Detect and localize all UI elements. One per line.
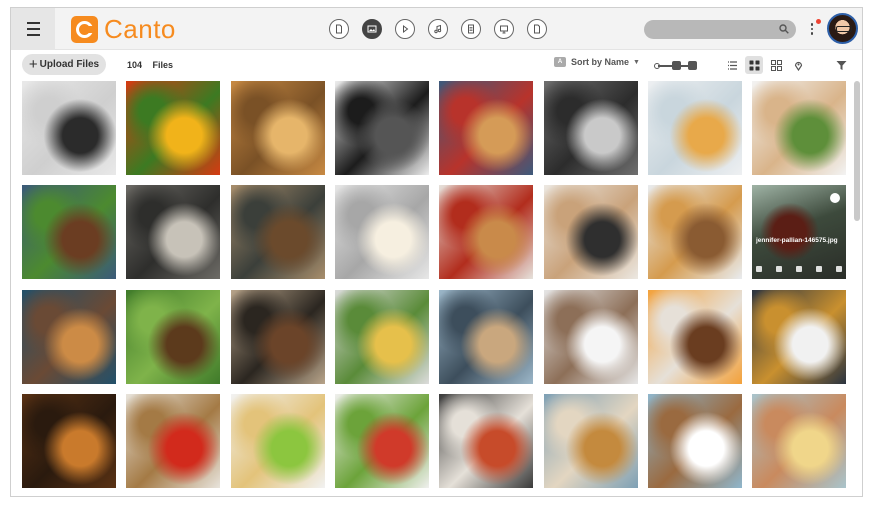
sort-dropdown[interactable]: A Sort by Name ▼	[554, 57, 640, 67]
masonry-icon	[770, 59, 782, 71]
slider-handle[interactable]	[672, 61, 681, 70]
upload-files-button[interactable]: + Upload Files	[22, 54, 106, 75]
filter-others-button[interactable]	[527, 19, 547, 39]
map-view-button[interactable]	[789, 56, 807, 74]
asset-thumbnail-sandwich[interactable]	[439, 185, 533, 279]
list-view-button[interactable]	[723, 56, 741, 74]
hamburger-icon	[26, 20, 40, 38]
asset-thumbnail-risotto[interactable]	[335, 185, 429, 279]
asset-thumbnail-pan[interactable]	[544, 81, 638, 175]
asset-thumbnail-kitchen[interactable]	[126, 185, 220, 279]
delete-icon[interactable]	[836, 266, 842, 272]
file-count-value: 104	[127, 60, 143, 70]
search-icon[interactable]	[778, 23, 790, 35]
grid-icon	[749, 60, 759, 70]
view-icon[interactable]	[776, 266, 782, 272]
user-avatar[interactable]	[827, 13, 858, 44]
asset-thumbnail-salad-plate[interactable]	[752, 81, 846, 175]
presentation-icon	[500, 25, 508, 34]
list-icon	[727, 60, 737, 70]
canto-logo-icon	[71, 16, 98, 43]
asset-thumbnail-pie[interactable]	[752, 290, 846, 384]
canto-logo[interactable]: Canto	[71, 16, 176, 43]
thumbnail-size-slider[interactable]	[654, 60, 698, 72]
asset-thumbnail-bowl-dark[interactable]: jennifer-pallian-146575.jpg	[752, 185, 846, 279]
filter-audio-button[interactable]	[428, 19, 448, 39]
sort-label: Sort by Name	[571, 57, 630, 67]
more-options-icon[interactable]	[809, 20, 815, 38]
asset-thumbnail-fries[interactable]	[752, 394, 846, 488]
asset-thumbnail-noodle-bowl[interactable]	[544, 290, 638, 384]
download-icon[interactable]	[816, 266, 822, 272]
file-type-filters	[329, 19, 560, 39]
share-icon[interactable]	[796, 266, 802, 272]
app-name: Canto	[104, 14, 176, 44]
text-document-icon	[468, 24, 474, 34]
file-count-label: Files	[152, 60, 174, 70]
upload-files-label: Upload Files	[39, 59, 100, 70]
asset-thumbnail-steak[interactable]	[22, 185, 116, 279]
asset-thumbnail-quiche[interactable]	[335, 290, 429, 384]
filter-all-files-button[interactable]	[329, 19, 349, 39]
asset-thumbnail-jars[interactable]	[648, 185, 742, 279]
music-icon	[434, 24, 442, 34]
filter-images-button[interactable]	[362, 19, 382, 39]
asset-thumbnail-ice-cream[interactable]	[439, 290, 533, 384]
top-bar: Canto	[11, 8, 862, 50]
asset-thumbnail-cereal[interactable]	[231, 394, 325, 488]
sort-az-icon: A	[554, 57, 566, 67]
scrollbar[interactable]	[854, 81, 860, 221]
grid-view-button[interactable]	[745, 56, 763, 74]
plus-icon: +	[28, 55, 38, 73]
masonry-view-button[interactable]	[767, 56, 785, 74]
asset-thumbnail-chefs[interactable]	[22, 81, 116, 175]
asset-thumbnail-spices[interactable]	[231, 290, 325, 384]
hovered-file-name: jennifer-pallian-146575.jpg	[756, 237, 838, 244]
asset-thumbnail-lemonade[interactable]	[648, 81, 742, 175]
filter-videos-button[interactable]	[395, 19, 415, 39]
canto-window: Canto + Upload Files 104 Files A Sort by…	[10, 7, 863, 497]
asset-thumbnail-tomatoes[interactable]	[126, 394, 220, 488]
toolbar: + Upload Files 104 Files A Sort by Name …	[11, 51, 862, 81]
filter-presentations-button[interactable]	[494, 19, 514, 39]
asset-thumbnail-meat-bw[interactable]	[335, 81, 429, 175]
filter-icon[interactable]	[836, 60, 847, 71]
map-pin-icon	[794, 61, 802, 71]
hamburger-menu-button[interactable]	[11, 8, 55, 50]
asset-thumbnail-bread[interactable]	[231, 185, 325, 279]
asset-thumbnail-grill[interactable]	[439, 394, 533, 488]
asset-thumbnail-salad-mix[interactable]	[335, 394, 429, 488]
slider-max-icon	[688, 61, 697, 70]
file-count: 104 Files	[127, 60, 173, 70]
tile-hover-actions	[756, 266, 842, 275]
asset-thumbnail-peppers[interactable]	[126, 81, 220, 175]
chevron-down-icon: ▼	[633, 58, 640, 66]
search-input[interactable]	[644, 20, 796, 39]
select-checkbox[interactable]	[830, 193, 840, 203]
favorite-icon[interactable]	[756, 266, 762, 272]
asset-thumbnail-latte[interactable]	[648, 394, 742, 488]
asset-thumbnail-cookies[interactable]	[22, 290, 116, 384]
filter-documents-button[interactable]	[461, 19, 481, 39]
image-icon	[367, 25, 377, 33]
play-icon	[403, 25, 409, 33]
notification-badge	[816, 19, 821, 24]
asset-thumbnail-pancakes[interactable]	[439, 81, 533, 175]
asset-thumbnail-juice[interactable]	[648, 290, 742, 384]
asset-thumbnail-pastries[interactable]	[231, 81, 325, 175]
asset-thumbnail-cookie-tray[interactable]	[22, 394, 116, 488]
asset-thumbnail-soup-bowl[interactable]	[126, 290, 220, 384]
document-icon	[336, 24, 342, 34]
asset-thumbnail-burgers[interactable]	[544, 394, 638, 488]
asset-thumbnail-tray-bake[interactable]	[544, 185, 638, 279]
file-icon	[534, 24, 540, 34]
